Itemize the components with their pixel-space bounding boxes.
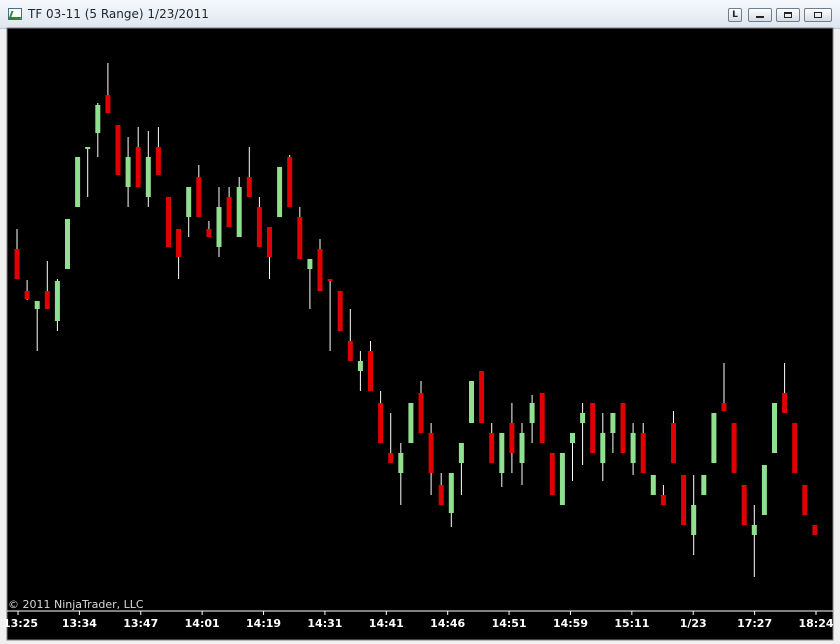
candle-body-up <box>186 187 192 217</box>
candle-body-up <box>95 105 101 133</box>
candle-body-up <box>458 443 464 463</box>
candle-body-down <box>327 279 333 281</box>
x-axis-label: 13:25 <box>3 617 38 630</box>
candle-body-up <box>75 157 81 207</box>
candle-body-up <box>499 433 505 473</box>
candle-body-down <box>287 157 293 207</box>
candle-body-up <box>469 381 474 423</box>
candle-body-down <box>428 433 434 473</box>
candle-body-down <box>489 433 495 463</box>
candle-body-down <box>418 393 424 433</box>
candle-body-up <box>610 413 616 433</box>
x-axis-label: 14:59 <box>553 617 588 630</box>
candle-body-up <box>519 433 525 463</box>
candle-body-down <box>166 197 171 247</box>
x-axis-label: 15:11 <box>614 617 649 630</box>
candle-body-down <box>438 485 444 505</box>
candle-body-up <box>529 403 535 423</box>
candle-body-down <box>681 475 687 525</box>
candle-body-down <box>176 229 182 257</box>
x-axis-label: 14:51 <box>492 617 527 630</box>
candle-body-down <box>317 249 323 291</box>
candle-body-up <box>34 301 40 309</box>
x-axis-label: 13:34 <box>62 617 97 630</box>
candle-body-down <box>44 291 50 309</box>
candle-body-down <box>267 227 272 257</box>
candle-body-up <box>711 413 717 463</box>
candle-body-up <box>650 475 656 495</box>
candle-body-up <box>236 187 242 237</box>
x-axis-label: 14:46 <box>430 617 465 630</box>
candle-body-down <box>741 485 747 525</box>
candle-body-down <box>590 403 596 453</box>
candle-body-down <box>802 485 808 515</box>
candle-body-down <box>549 453 555 495</box>
x-axis-label: 14:01 <box>185 617 220 630</box>
candle-body-up <box>580 413 586 423</box>
candle-body-down <box>378 403 384 443</box>
candle-body-down <box>479 371 485 423</box>
x-axis-label: 13:47 <box>123 617 158 630</box>
candle-body-up <box>761 465 767 515</box>
candle-body-up <box>54 281 60 321</box>
x-axis-label: 1/23 <box>680 617 707 630</box>
candle-body-down <box>256 207 262 247</box>
candle-body-down <box>135 147 141 187</box>
candlestick-chart[interactable]: 13:25 13:34 13:47 14:01 14:19 14:31 14:41 14:46… <box>0 0 840 644</box>
candle-body-down <box>24 291 30 299</box>
x-axis-label: 18:24 <box>798 617 833 630</box>
candle-body-up <box>600 433 606 463</box>
candle-body-down <box>539 393 545 443</box>
candle-body-up <box>65 219 70 269</box>
candle-body-down <box>721 403 727 411</box>
candle-body-up <box>408 403 414 443</box>
candle-body-down <box>640 433 646 473</box>
candle-body-down <box>206 229 212 237</box>
candle-body-up <box>570 433 575 443</box>
candle-body-up <box>448 473 454 513</box>
candle-body-down <box>782 393 788 413</box>
x-axis-label: 17:27 <box>737 617 772 630</box>
candle-body-down <box>388 453 394 463</box>
candle-body-up <box>398 453 404 473</box>
candle-body-down <box>337 291 343 331</box>
candle-body-up <box>630 433 636 463</box>
candle-body-up <box>145 157 151 197</box>
candle-body-down <box>246 177 252 197</box>
candle-body-up <box>357 361 363 371</box>
x-axis-label: 14:31 <box>307 617 342 630</box>
candle-body-up <box>691 505 697 535</box>
chart-panel <box>6 27 834 641</box>
candle-body-down <box>297 217 303 259</box>
candle-body-down <box>226 197 232 227</box>
candle-body-down <box>660 495 666 505</box>
candle-body-down <box>368 351 373 391</box>
candle-body-up <box>701 475 707 495</box>
candle-body-up <box>751 525 757 535</box>
candle-body-down <box>347 341 353 361</box>
candle-body-up <box>125 157 131 187</box>
candle-body-up <box>216 207 222 247</box>
candle-body-up <box>307 259 313 269</box>
x-axis-label: 14:19 <box>246 617 281 630</box>
candle-body-down <box>155 147 161 175</box>
candle-body-down <box>812 525 818 535</box>
candle-body-down <box>509 423 515 453</box>
candle-body-down <box>14 249 20 279</box>
candle-body-down <box>792 423 798 473</box>
copyright-text: © 2011 NinjaTrader, LLC <box>8 598 144 611</box>
candle-body-up <box>85 147 91 149</box>
candle-body-down <box>115 125 121 175</box>
candle-body-up <box>559 453 565 505</box>
candle-body-up <box>277 167 283 217</box>
candle-body-down <box>671 423 676 463</box>
candle-body-down <box>196 177 202 217</box>
candle-body-down <box>731 423 737 473</box>
candle-body-down <box>105 95 111 113</box>
candle-body-up <box>772 403 777 453</box>
candle-body-down <box>620 403 626 453</box>
x-axis-label: 14:41 <box>369 617 404 630</box>
